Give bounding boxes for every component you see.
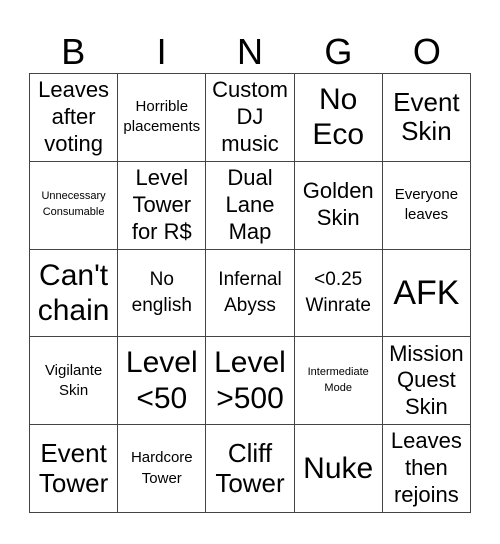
bingo-cell[interactable]: Nuke — [294, 425, 383, 513]
bingo-cell[interactable]: Golden Skin — [294, 161, 383, 250]
bingo-cell[interactable]: <0.25 Winrate — [294, 249, 383, 338]
bingo-cell[interactable]: Leaves after voting — [30, 74, 119, 162]
bingo-cell[interactable]: Level <50 — [118, 337, 207, 426]
bingo-cell[interactable]: Leaves then rejoins — [382, 425, 471, 513]
bingo-cell[interactable]: Custom DJ music — [206, 74, 295, 162]
header-letter-g: G — [324, 31, 353, 72]
bingo-cell[interactable]: Cliff Tower — [206, 425, 295, 513]
header-letter-i: I — [156, 31, 167, 72]
bingo-cell[interactable]: Horrible placements — [118, 74, 207, 162]
bingo-cell[interactable]: Event Skin — [382, 74, 471, 162]
bingo-cell[interactable]: Mission Quest Skin — [382, 337, 471, 426]
bingo-cell[interactable]: Dual Lane Map — [206, 161, 295, 250]
bingo-cell[interactable]: Intermediate Mode — [294, 337, 383, 426]
header-letter-b: B — [61, 31, 86, 72]
bingo-cell[interactable]: Event Tower — [30, 425, 119, 513]
bingo-cell[interactable]: Level >500 — [206, 337, 295, 426]
bingo-cell[interactable]: AFK — [382, 249, 471, 338]
bingo-header: B I N G O — [29, 30, 471, 73]
bingo-cell[interactable]: Unnecessary Consumable — [30, 161, 119, 250]
bingo-cell[interactable]: Vigilante Skin — [30, 337, 119, 426]
bingo-cell[interactable]: Hardcore Tower — [118, 425, 207, 513]
header-letter-o: O — [412, 31, 441, 72]
bingo-cell[interactable]: Can't chain — [30, 249, 119, 338]
bingo-cell[interactable]: No english — [118, 249, 207, 338]
bingo-grid: Leaves after voting Horrible placements … — [29, 73, 471, 513]
bingo-cell[interactable]: Level Tower for R$ — [118, 161, 207, 250]
bingo-cell[interactable]: Everyone leaves — [382, 161, 471, 250]
bingo-cell[interactable]: Infernal Abyss — [206, 249, 295, 338]
header-letter-n: N — [237, 31, 264, 72]
bingo-cell[interactable]: No Eco — [294, 74, 383, 162]
